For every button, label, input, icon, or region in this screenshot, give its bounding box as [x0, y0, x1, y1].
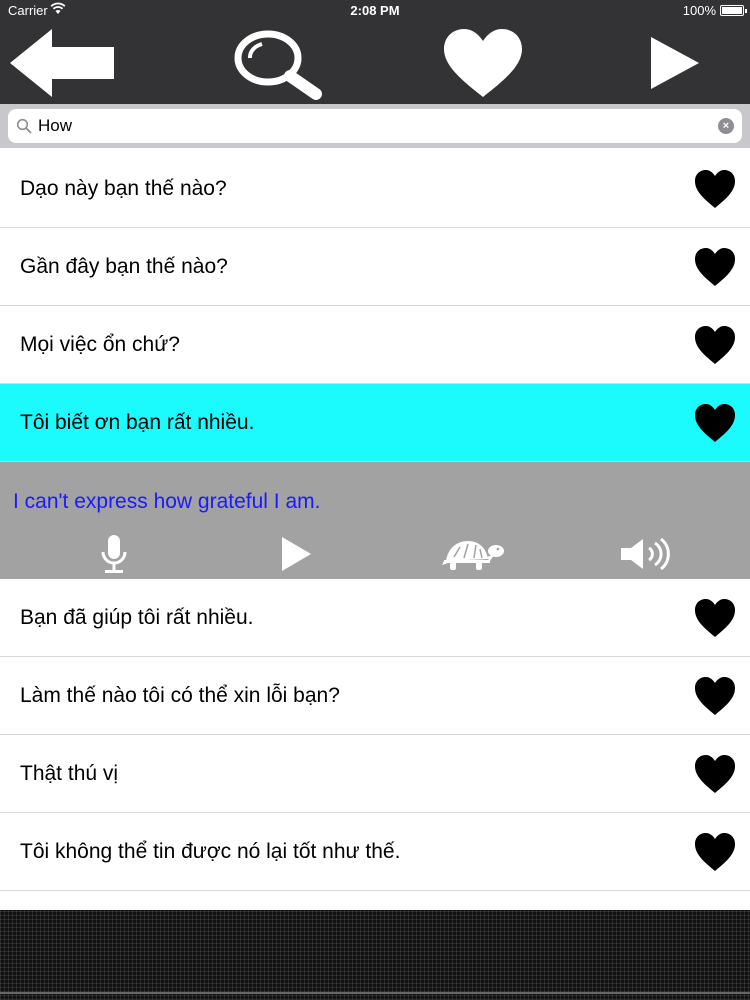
phrase-text: Làm thế nào tôi có thể xin lỗi bạn?: [20, 684, 340, 707]
favorites-button[interactable]: [438, 22, 528, 104]
battery-percent: 100%: [682, 3, 716, 18]
list-item[interactable]: Thật thú vị: [0, 735, 750, 813]
list-item[interactable]: Bạn đã giúp tôi rất nhiều.: [0, 579, 750, 657]
record-button[interactable]: [96, 534, 132, 574]
toolbar: [0, 22, 750, 104]
phrase-list: Dạo này bạn thế nào? Gần đây bạn thế nào…: [0, 150, 750, 891]
play-icon: [282, 537, 311, 571]
play-button[interactable]: [640, 22, 710, 104]
phrase-text: Mọi việc ổn chứ?: [20, 333, 180, 356]
clock: 2:08 PM: [350, 3, 400, 18]
app-screen: Carrier 2:08 PM 100% How × Dạo này bạn t…: [0, 0, 750, 1000]
heart-icon[interactable]: [694, 832, 736, 872]
search-input[interactable]: [38, 114, 708, 138]
speaker-button[interactable]: [618, 534, 674, 574]
phrase-text: Tôi không thể tin được nó lại tốt như th…: [20, 840, 401, 863]
search-icon: [16, 118, 32, 134]
list-item-selected[interactable]: Tôi biết ơn bạn rất nhiều.: [0, 384, 750, 462]
phrase-text: Bạn đã giúp tôi rất nhiều.: [20, 606, 254, 629]
heart-icon: [444, 29, 522, 97]
speaker-icon: [621, 537, 670, 571]
footer-banner: [0, 910, 750, 1000]
play-icon: [651, 37, 699, 89]
status-bar: Carrier 2:08 PM 100%: [0, 0, 750, 22]
heart-icon[interactable]: [694, 403, 736, 443]
heart-icon[interactable]: [694, 169, 736, 209]
heart-icon[interactable]: [694, 598, 736, 638]
translation-text: I can't express how grateful I am.: [13, 490, 321, 513]
phrase-text: Thật thú vị: [20, 762, 119, 785]
search-icon: [234, 30, 322, 100]
phrase-text: Gần đây bạn thế nào?: [20, 255, 228, 278]
clear-icon[interactable]: ×: [718, 118, 734, 134]
heart-icon[interactable]: [694, 676, 736, 716]
back-button[interactable]: [4, 22, 120, 104]
search-button[interactable]: [228, 22, 328, 104]
list-item[interactable]: Mọi việc ổn chứ?: [0, 306, 750, 384]
phrase-text: Dạo này bạn thế nào?: [20, 177, 227, 200]
battery-icon: [720, 5, 747, 16]
turtle-icon: [442, 541, 504, 570]
phrase-text: Tôi biết ơn bạn rất nhiều.: [20, 411, 255, 434]
heart-icon[interactable]: [694, 754, 736, 794]
list-item[interactable]: Dạo này bạn thế nào?: [0, 150, 750, 228]
list-item[interactable]: Gần đây bạn thế nào?: [0, 228, 750, 306]
heart-icon[interactable]: [694, 247, 736, 287]
translation-panel: I can't express how grateful I am.: [0, 462, 750, 579]
play-translation-button[interactable]: [276, 534, 316, 574]
back-arrow-icon: [10, 29, 114, 97]
search-field[interactable]: ×: [8, 109, 742, 143]
slow-play-button[interactable]: [440, 534, 508, 574]
search-bar: ×: [0, 104, 750, 148]
footer-edge: [0, 992, 750, 994]
microphone-icon: [101, 535, 127, 573]
list-item[interactable]: Làm thế nào tôi có thể xin lỗi bạn?: [0, 657, 750, 735]
list-item[interactable]: Tôi không thể tin được nó lại tốt như th…: [0, 813, 750, 891]
heart-icon[interactable]: [694, 325, 736, 365]
